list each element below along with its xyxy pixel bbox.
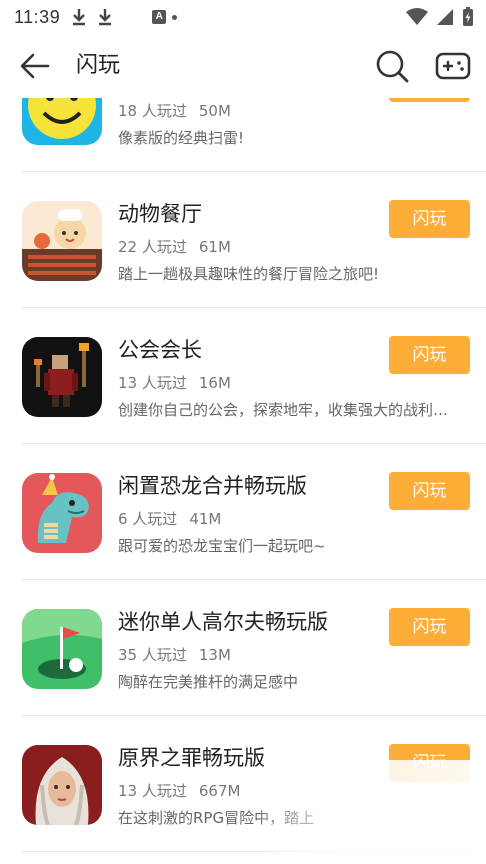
app-meta: 22 人玩过 61M bbox=[118, 236, 231, 257]
play-button[interactable]: 闪玩 bbox=[389, 336, 470, 374]
chef-hamster-icon bbox=[22, 201, 102, 281]
list-item[interactable]: 闲置恐龙合并畅玩版 6 人玩过 41M 跟可爱的恐龙宝宝们一起玩吧~ 闪玩 bbox=[0, 444, 486, 580]
app-description: 创建你自己的公会，探索地牢，收集强大的战利… bbox=[118, 401, 449, 419]
battery-icon bbox=[463, 7, 473, 26]
play-count: 13 人玩过 bbox=[118, 782, 187, 800]
app-header: 闪玩 bbox=[0, 34, 486, 98]
app-description: 像素版的经典扫雷! bbox=[118, 129, 245, 147]
app-description: 跟可爱的恐龙宝宝们一起玩吧~ bbox=[118, 537, 326, 555]
app-name: 原界之罪畅玩版 bbox=[118, 746, 265, 770]
list-item[interactable]: 原界之罪畅玩版 13 人玩过 667M 在这刺激的RPG冒险中，踏上 闪玩 bbox=[0, 716, 486, 852]
play-count: 18 人玩过 bbox=[118, 102, 187, 120]
list-item[interactable]: 18 人玩过 50M 像素版的经典扫雷! 闪玩 bbox=[0, 98, 486, 172]
download-icon bbox=[73, 9, 86, 26]
search-icon[interactable] bbox=[374, 48, 410, 84]
app-name: 动物餐厅 bbox=[118, 202, 202, 226]
app-meta: 18 人玩过 50M bbox=[118, 100, 231, 121]
app-size: 667M bbox=[198, 782, 241, 800]
play-button[interactable]: 闪玩 bbox=[389, 744, 470, 782]
divider bbox=[22, 851, 486, 852]
wifi-icon bbox=[406, 8, 428, 25]
dinosaur-icon bbox=[22, 473, 102, 553]
status-bar: 11:39 A bbox=[0, 0, 486, 34]
game-list[interactable]: 18 人玩过 50M 像素版的经典扫雷! 闪玩 动物餐厅 22 人玩过 61M 踏上… bbox=[0, 98, 486, 864]
app-size: 16M bbox=[198, 374, 231, 392]
list-item[interactable]: 迷你单人高尔夫畅玩版 35 人玩过 13M 陶醉在完美推杆的满足感中 闪玩 bbox=[0, 580, 486, 716]
app-description: 在这刺激的RPG冒险中，踏上 bbox=[118, 809, 315, 827]
app-size: 41M bbox=[189, 510, 222, 528]
app-size: 13M bbox=[198, 646, 231, 664]
golf-icon bbox=[22, 609, 102, 689]
back-arrow-icon[interactable] bbox=[18, 50, 52, 82]
pixel-warrior-icon bbox=[22, 337, 102, 417]
play-count: 13 人玩过 bbox=[118, 374, 187, 392]
notification-dot-icon bbox=[172, 14, 178, 20]
status-time: 11:39 bbox=[14, 6, 61, 27]
app-size: 50M bbox=[198, 102, 231, 120]
play-button[interactable]: 闪玩 bbox=[389, 608, 470, 646]
notification-a-icon: A bbox=[152, 10, 167, 24]
play-count: 6 人玩过 bbox=[118, 510, 178, 528]
play-count: 22 人玩过 bbox=[118, 238, 187, 256]
app-meta: 13 人玩过 667M bbox=[118, 780, 240, 801]
app-meta: 6 人玩过 41M bbox=[118, 508, 221, 529]
smiley-icon bbox=[22, 98, 102, 145]
play-button[interactable]: 闪玩 bbox=[389, 98, 470, 102]
app-description: 陶醉在完美推杆的满足感中 bbox=[118, 673, 299, 691]
heroine-icon bbox=[22, 745, 102, 825]
app-meta: 35 人玩过 13M bbox=[118, 644, 231, 665]
download-icon bbox=[99, 9, 112, 26]
page-title: 闪玩 bbox=[76, 53, 121, 78]
play-button[interactable]: 闪玩 bbox=[389, 472, 470, 510]
app-meta: 13 人玩过 16M bbox=[118, 372, 231, 393]
app-name: 公会会长 bbox=[118, 338, 202, 362]
app-size: 61M bbox=[198, 238, 231, 256]
play-button[interactable]: 闪玩 bbox=[389, 200, 470, 238]
app-name: 迷你单人高尔夫畅玩版 bbox=[118, 610, 328, 634]
list-item[interactable]: 公会会长 13 人玩过 16M 创建你自己的公会，探索地牢，收集强大的战利… 闪玩 bbox=[0, 308, 486, 444]
play-count: 35 人玩过 bbox=[118, 646, 187, 664]
app-name: 闲置恐龙合并畅玩版 bbox=[118, 474, 307, 498]
app-description: 踏上一趟极具趣味性的餐厅冒险之旅吧! bbox=[118, 265, 380, 283]
gamepad-icon[interactable] bbox=[434, 48, 472, 84]
signal-icon bbox=[437, 9, 453, 25]
list-item[interactable]: 动物餐厅 22 人玩过 61M 踏上一趟极具趣味性的餐厅冒险之旅吧! 闪玩 bbox=[0, 172, 486, 308]
